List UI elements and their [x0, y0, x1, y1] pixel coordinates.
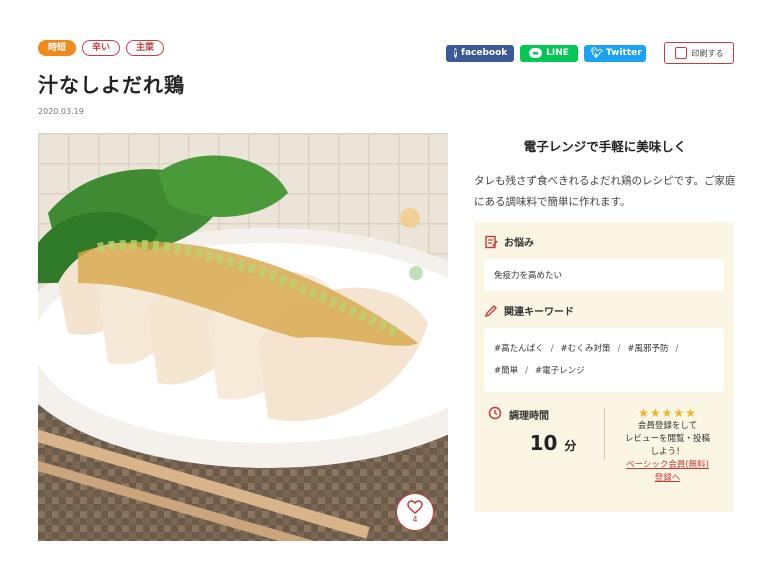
keyword-link[interactable]: #簡単 [494, 366, 518, 376]
cook-time-value: 10 [529, 431, 558, 455]
worry-heading-label: お悩み [504, 238, 534, 249]
star-rating-icon: ★★★★★ [638, 406, 697, 420]
keyword-link[interactable]: #電子レンジ [535, 366, 585, 376]
member-text-3: しよう！ [650, 447, 685, 457]
favorite-count: 4 [412, 515, 418, 524]
time-and-member-row: 調理時間 10 分 ★★★★★ 会員登録をして レビューを閲覧・投稿 しよう！ … [484, 406, 724, 485]
line-label: LINE [546, 48, 569, 58]
twitter-bird-icon: 🐦︎ [590, 47, 604, 59]
twitter-label: Twitter [606, 48, 642, 58]
dish-illustration [38, 133, 448, 541]
cook-time: 調理時間 10 分 [484, 406, 604, 485]
basic-member-link[interactable]: ベーシック会員(無料) [611, 459, 724, 472]
keyword-list: #高たんぱく / #むくみ対策 / #風邪予防 / #簡単 / #電子レンジ [484, 328, 724, 392]
recipe-photo: 4 [38, 133, 448, 541]
printer-icon [674, 47, 687, 59]
facebook-label: facebook [461, 48, 508, 58]
keywords-heading: 関連キーワード [484, 303, 724, 318]
worry-value: 免疫力を高めたい [484, 259, 724, 291]
heart-icon [407, 500, 423, 514]
member-signup-prompt: ★★★★★ 会員登録をして レビューを閲覧・投稿 しよう！ ベーシック会員(無料… [605, 406, 724, 485]
keyword-link[interactable]: #風邪予防 [627, 344, 668, 354]
member-text-2: レビューを閲覧・投稿 [624, 434, 710, 444]
recipe-title: 汁なしよだれ鶏 [38, 73, 185, 97]
share-bar: f facebook ▬ LINE 🐦︎ Twitter 印刷する [446, 42, 734, 64]
tag-jitan[interactable]: 時短 [38, 40, 77, 56]
keyword-link[interactable]: #高たんぱく [494, 344, 544, 354]
print-button[interactable]: 印刷する [664, 42, 734, 64]
recipe-info-panel: お悩み 免疫力を高めたい 関連キーワード #高たんぱく / #むくみ対策 / #風邪予防… [474, 222, 734, 512]
keyword-link[interactable]: #むくみ対策 [561, 344, 611, 354]
recipe-tags: 時短 辛い 主菜 [38, 40, 165, 56]
facebook-share-button[interactable]: f facebook [446, 44, 514, 62]
recipe-description: タレも残さず食べきれるよだれ鶏のレシピです。ご家庭にある調味料で簡単に作れます。 [474, 175, 736, 208]
cook-time-label: 調理時間 [509, 411, 549, 422]
tag-karai[interactable]: 辛い [82, 40, 121, 56]
cook-time-value-row: 10 分 [488, 431, 604, 455]
publish-date: 2020.03.19 [38, 107, 84, 116]
tag-shusai[interactable]: 主菜 [126, 40, 165, 56]
line-share-button[interactable]: ▬ LINE [520, 44, 578, 62]
worry-heading: お悩み [484, 234, 724, 249]
clock-icon [488, 406, 502, 423]
member-text-1: 会員登録をして [637, 421, 698, 431]
notepad-icon [484, 235, 498, 249]
favorite-button[interactable]: 4 [396, 493, 434, 531]
register-link[interactable]: 登録へ [611, 472, 724, 485]
line-icon: ▬ [529, 48, 543, 58]
facebook-icon: f [454, 48, 458, 58]
twitter-share-button[interactable]: 🐦︎ Twitter [584, 44, 646, 62]
cook-time-label-row: 調理時間 [488, 406, 604, 423]
cook-time-unit: 分 [564, 439, 577, 453]
keywords-heading-label: 関連キーワード [504, 307, 574, 318]
recipe-summary: 電子レンジで手軽に美味しく タレも残さず食べきれるよだれ鶏のレシピです。ご家庭に… [474, 133, 736, 213]
print-label: 印刷する [691, 48, 724, 58]
recipe-subtitle: 電子レンジで手軽に美味しく [523, 139, 687, 154]
pencil-icon [484, 304, 498, 318]
